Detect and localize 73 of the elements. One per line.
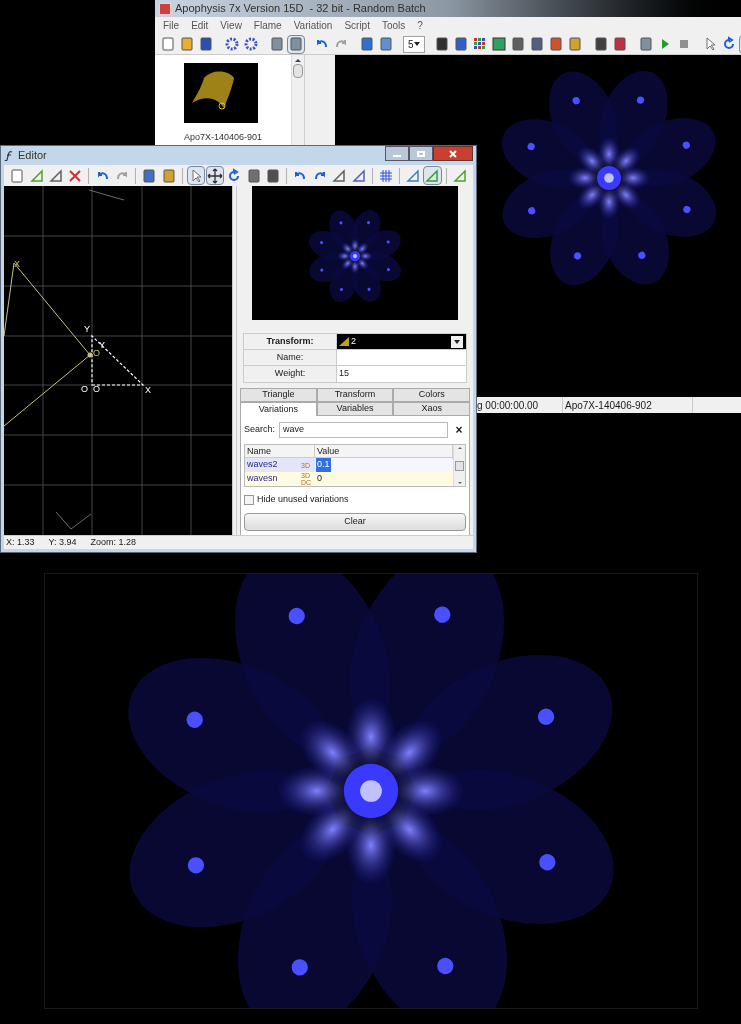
menu-item[interactable]: Flame	[253, 18, 282, 33]
post-triangle-icon	[405, 167, 422, 184]
menu-item[interactable]: Variation	[293, 18, 333, 33]
field-label: Name:	[244, 350, 337, 366]
variation-name[interactable]: wavesn	[247, 472, 278, 486]
page-icon	[9, 167, 26, 184]
status-text: X: 1.33	[6, 535, 35, 549]
window-title: Apophysis 7x Version 15D - 32 bit - Random Batch	[175, 1, 426, 17]
page-icon	[160, 36, 176, 52]
close-icon	[449, 149, 457, 158]
axis-label: Y	[84, 324, 90, 334]
name-field[interactable]	[337, 350, 466, 366]
variation-value[interactable]: 0.1	[316, 458, 331, 472]
triangle-icon	[339, 337, 349, 346]
thumbnail-label[interactable]: Apo7X-140406-901	[183, 131, 263, 145]
maximize-button[interactable]	[409, 146, 433, 161]
toolbar-button[interactable]	[205, 166, 225, 185]
gears-icon	[243, 36, 259, 52]
palette-icon	[471, 36, 488, 52]
scroll-thumb[interactable]	[293, 64, 303, 78]
grid-icon	[377, 167, 394, 184]
axis-label: O	[93, 384, 100, 394]
gear-icon	[224, 36, 240, 52]
add-triangle-icon	[28, 167, 45, 184]
transform-value: 2	[351, 334, 356, 348]
triangle-icon	[47, 167, 64, 184]
menu-item[interactable]: Script	[344, 18, 370, 33]
tab[interactable]: Variations	[240, 402, 317, 416]
status-text: Apo7X-140406-902	[563, 397, 693, 413]
minimize-button[interactable]	[385, 146, 409, 161]
clear-search-button[interactable]: ×	[452, 421, 466, 439]
close-button[interactable]	[433, 146, 473, 161]
caret-icon	[413, 42, 420, 46]
variation-value[interactable]: 0	[316, 472, 323, 486]
menu-item[interactable]: File	[163, 18, 180, 33]
gradient-icon	[490, 36, 507, 52]
search-field[interactable]: wave	[279, 422, 448, 438]
scrollbar[interactable]	[453, 445, 465, 486]
axis-label: O	[93, 348, 100, 358]
checkbox[interactable]	[244, 494, 254, 505]
menu-item[interactable]: ?	[417, 18, 423, 33]
field-label: Transform:	[244, 334, 337, 350]
grid-icon	[288, 36, 304, 52]
tab[interactable]: Xaos	[393, 402, 470, 416]
tab[interactable]: Colors	[393, 388, 470, 402]
menu-item[interactable]: Edit	[191, 18, 209, 33]
menu-item[interactable]: Tools	[381, 18, 406, 33]
move-icon	[207, 167, 224, 184]
post-triangle-icon	[424, 167, 441, 184]
app-logo-icon	[159, 2, 171, 15]
caret-icon	[454, 339, 460, 344]
tab[interactable]: Triangle	[240, 388, 317, 402]
toolbar-button[interactable]	[489, 34, 508, 54]
tab[interactable]: Transform	[316, 388, 394, 402]
checkbox-label: Hide unused variations	[257, 493, 349, 506]
status-text: Zoom: 1.28	[90, 535, 137, 549]
axis-label: O	[81, 384, 88, 394]
batch-size-dropdown[interactable]: 5	[403, 35, 425, 53]
tab[interactable]: Variables	[316, 402, 394, 416]
transform-dropdown[interactable]: 2	[337, 334, 466, 350]
weight-field[interactable]: 15	[337, 366, 466, 382]
search-label: Search:	[244, 423, 276, 437]
add-triangle-icon	[451, 167, 468, 184]
status-text: Y: 3.94	[48, 535, 77, 549]
delete-icon	[67, 167, 84, 184]
clear-button[interactable]: Clear	[244, 512, 466, 531]
variation-name[interactable]: waves2	[247, 458, 278, 472]
menu-item[interactable]: View	[220, 18, 242, 33]
axis-label: X	[145, 385, 151, 395]
axis-label: X	[14, 259, 20, 269]
thumbnail-image[interactable]	[183, 63, 258, 123]
scroll-up-icon[interactable]	[295, 59, 301, 62]
window-title: Editor	[18, 148, 47, 164]
